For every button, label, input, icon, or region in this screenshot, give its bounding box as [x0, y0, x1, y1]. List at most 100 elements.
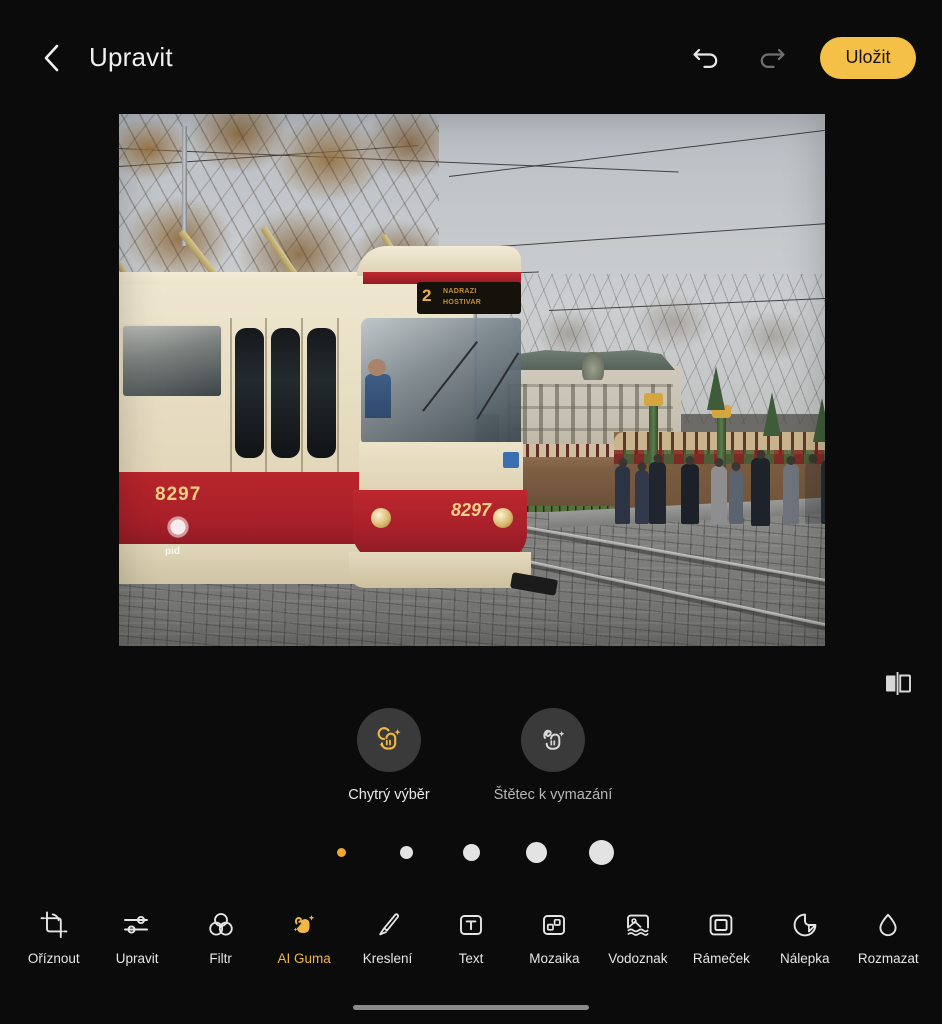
tool-icon-wrap [204, 908, 238, 942]
tool-icon-wrap [454, 908, 488, 942]
photo-canvas[interactable]: 8297 pid 2 NADRAZI HOSTIVAR 8297 [119, 114, 825, 646]
headlight [493, 508, 513, 528]
undo-button[interactable] [684, 35, 730, 81]
catenary-pole [182, 126, 187, 246]
tool-label: AI Guma [277, 951, 331, 966]
tool-label: Oříznout [27, 951, 80, 966]
crop-icon [40, 911, 68, 938]
tram-front-number: 8297 [451, 500, 492, 520]
tool-sticker[interactable]: Nálepka [763, 908, 846, 966]
frame-icon [709, 914, 733, 936]
tool-icon-wrap [621, 908, 655, 942]
tool-icon-wrap [704, 908, 738, 942]
pedestrian [805, 462, 821, 524]
page-dot[interactable] [462, 844, 480, 861]
tool-draw[interactable]: Kreslení [346, 908, 429, 966]
tram-operator-label: pid [165, 546, 180, 557]
tool-icon-wrap [120, 908, 154, 942]
pedestrian [751, 458, 770, 526]
chevron-left-icon [44, 44, 59, 71]
subtool-erase-brush[interactable]: Štětec k vymazání [493, 708, 613, 805]
tool-label: Kreslení [362, 951, 413, 966]
pedestrian [821, 460, 825, 524]
back-button[interactable] [30, 37, 72, 79]
watermark-icon [626, 914, 649, 936]
tram-door-window [235, 328, 264, 458]
tool-label: Text [458, 951, 484, 966]
edited-photo: 8297 pid 2 NADRAZI HOSTIVAR 8297 [119, 114, 825, 646]
pedestrian [615, 466, 630, 524]
subtool-label: Chytrý výběr [348, 787, 430, 803]
tool-adjust[interactable]: Upravit [95, 908, 178, 966]
destination-line-1: NADRAZI [443, 288, 477, 295]
tool-ai-eraser[interactable]: AI Guma [262, 908, 345, 966]
bottom-toolbar: Oříznout Upravit Filtr AI Guma Kreslení … [0, 900, 942, 990]
erase-brush-icon [543, 729, 565, 750]
tram-door-window [307, 328, 336, 458]
subtool-icon-wrap [521, 708, 585, 772]
tool-icon-wrap [37, 908, 71, 942]
tool-label: Mozaika [529, 951, 580, 966]
tram-cab: 2 NADRAZI HOSTIVAR 8297 [343, 246, 559, 596]
redo-button[interactable] [748, 35, 794, 81]
christmas-tree [813, 398, 825, 442]
page-title: Upravit [89, 42, 173, 72]
wheelchair-access-icon [503, 452, 519, 468]
tram-driver [365, 359, 391, 418]
mosaic-icon [543, 915, 566, 935]
route-number: 2 [422, 286, 432, 305]
photo-editor-screen: Upravit Uložit 8297 pid 2 NADRAZI HOSTIV… [0, 0, 942, 1024]
tool-mosaic[interactable]: Mozaika [513, 908, 596, 966]
redo-arrow-icon [760, 48, 785, 68]
tool-label: Nálepka [780, 951, 830, 966]
tool-frame[interactable]: Rámeček [680, 908, 763, 966]
cab-front-panel [359, 442, 523, 494]
pedestrian [729, 470, 743, 524]
text-box-icon [460, 915, 482, 935]
tool-blur[interactable]: Rozmazat [847, 908, 930, 966]
pedestrian [783, 464, 799, 524]
tool-filter[interactable]: Filtr [179, 908, 262, 966]
tram: 8297 pid 2 NADRAZI HOSTIVAR 8297 [119, 225, 559, 596]
tool-crop[interactable]: Oříznout [12, 908, 95, 966]
undo-arrow-icon [693, 48, 718, 68]
tool-label: Upravit [115, 951, 159, 966]
tool-label: Rozmazat [857, 951, 919, 966]
compare-button[interactable] [884, 670, 912, 697]
subtool-smart-select[interactable]: Chytrý výběr [329, 708, 449, 805]
brush-icon [378, 913, 399, 936]
tool-icon-wrap [788, 908, 822, 942]
blur-drop-icon [879, 913, 897, 937]
headlight [371, 508, 391, 528]
subtool-icon-wrap [357, 708, 421, 772]
app-header: Upravit Uložit [0, 0, 942, 115]
destination-line-2: HOSTIVAR [443, 299, 482, 306]
save-button[interactable]: Uložit [820, 36, 916, 79]
page-dot[interactable] [525, 842, 547, 863]
before-after-compare-icon [886, 672, 911, 695]
tool-watermark[interactable]: Vodoznak [596, 908, 679, 966]
page-dot[interactable] [588, 840, 614, 865]
windshield-wiper [476, 352, 520, 420]
tram-side-number: 8297 [155, 484, 202, 505]
page-dot[interactable] [399, 846, 413, 859]
pid-logo-icon [163, 512, 193, 542]
subtool-row: Chytrý výběr Štětec k vymazání [0, 708, 942, 805]
page-indicator [0, 840, 942, 865]
tram-side-window [121, 324, 223, 398]
page-dot-active[interactable] [336, 848, 346, 857]
rooftop-statue [582, 352, 604, 380]
filter-circles-icon [208, 913, 233, 936]
pedestrian [681, 464, 699, 524]
tool-text[interactable]: Text [429, 908, 512, 966]
smart-select-icon [377, 727, 401, 750]
tool-icon-wrap [371, 908, 405, 942]
subtool-label: Štětec k vymazání [493, 787, 613, 803]
christmas-tree [763, 392, 781, 436]
tool-icon-wrap [287, 908, 321, 942]
tool-icon-wrap [537, 908, 571, 942]
tool-label: Vodoznak [608, 951, 668, 966]
sticker-icon [793, 913, 817, 937]
windshield-wiper [422, 341, 478, 412]
home-indicator-bar[interactable] [353, 1005, 589, 1010]
